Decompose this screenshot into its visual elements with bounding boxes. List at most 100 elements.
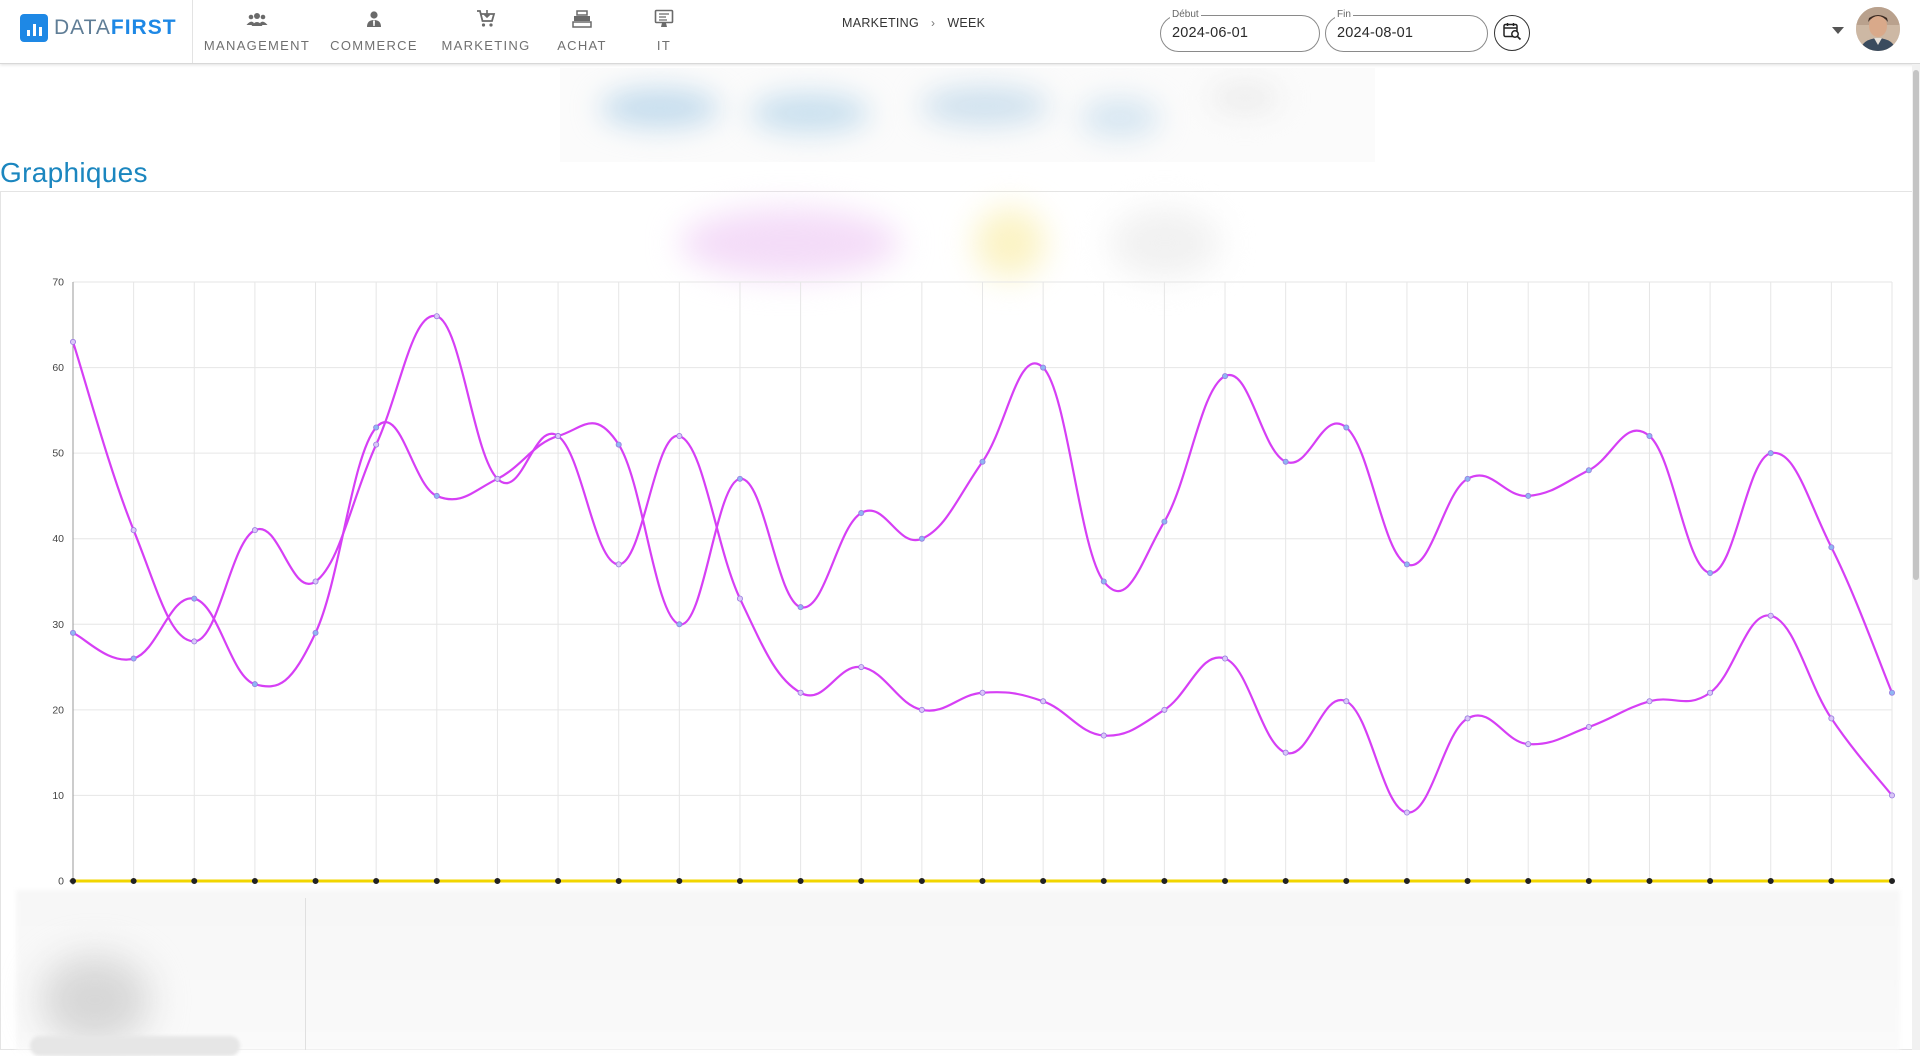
data-point: [1282, 878, 1289, 885]
data-point: [676, 878, 683, 885]
data-point: [191, 595, 198, 602]
data-point: [979, 878, 986, 885]
y-tick-label: 0: [58, 876, 64, 888]
data-point: [251, 527, 258, 534]
data-point: [1403, 878, 1410, 885]
y-tick-label: 40: [52, 533, 64, 545]
data-point: [1707, 689, 1714, 696]
data-point: [1343, 878, 1350, 885]
data-point: [1767, 878, 1774, 885]
data-point: [1707, 569, 1714, 576]
data-point: [1889, 878, 1896, 885]
data-point: [70, 338, 77, 345]
blurred-chip: [30, 1036, 240, 1056]
data-point: [918, 878, 925, 885]
data-point: [1585, 723, 1592, 730]
data-point: [615, 441, 622, 448]
data-point: [1828, 715, 1835, 722]
data-point: [1525, 741, 1532, 748]
data-point: [1161, 878, 1168, 885]
blurred-image: [40, 955, 150, 1045]
data-point: [1464, 878, 1471, 885]
data-point: [1222, 878, 1229, 885]
data-point: [1403, 561, 1410, 568]
data-point: [433, 492, 440, 499]
data-point: [373, 424, 380, 431]
data-point: [736, 595, 743, 602]
data-point: [1100, 578, 1107, 585]
data-point: [1525, 878, 1532, 885]
data-point: [373, 441, 380, 448]
data-point: [130, 527, 137, 534]
data-point: [1585, 467, 1592, 474]
data-point: [1889, 689, 1896, 696]
data-point: [858, 510, 865, 517]
data-point: [373, 878, 380, 885]
data-point: [1646, 433, 1653, 440]
scrollbar-thumb[interactable]: [1913, 70, 1919, 580]
data-point: [797, 878, 804, 885]
data-point: [1040, 878, 1047, 885]
data-point: [70, 629, 77, 636]
data-point: [312, 578, 319, 585]
data-point: [979, 689, 986, 696]
data-point: [251, 878, 258, 885]
data-point: [130, 655, 137, 662]
y-tick-label: 60: [52, 362, 64, 374]
data-point: [494, 878, 501, 885]
data-point: [70, 878, 77, 885]
data-point: [1222, 655, 1229, 662]
data-point: [676, 621, 683, 628]
data-point: [1464, 715, 1471, 722]
data-point: [1282, 458, 1289, 465]
data-point: [1282, 749, 1289, 756]
data-point: [797, 604, 804, 611]
data-point: [1161, 518, 1168, 525]
data-point: [251, 681, 258, 688]
data-point: [1828, 544, 1835, 551]
data-point: [1403, 809, 1410, 816]
data-point: [1525, 492, 1532, 499]
data-point: [615, 561, 622, 568]
chart-grid: [72, 281, 1893, 882]
y-tick-label: 10: [52, 790, 64, 802]
data-point: [1040, 698, 1047, 705]
data-point: [1585, 878, 1592, 885]
data-point: [1100, 878, 1107, 885]
data-point: [1100, 732, 1107, 739]
data-point: [433, 313, 440, 320]
data-point: [1889, 792, 1896, 799]
data-point: [1161, 706, 1168, 713]
y-tick-label: 20: [52, 704, 64, 716]
data-point: [979, 458, 986, 465]
data-point: [1040, 364, 1047, 371]
y-tick-label: 50: [52, 448, 64, 460]
data-point: [1464, 475, 1471, 482]
data-point: [918, 706, 925, 713]
data-point: [1646, 698, 1653, 705]
data-point: [433, 878, 440, 885]
data-point: [555, 433, 562, 440]
data-point: [494, 475, 501, 482]
data-point: [797, 689, 804, 696]
data-point: [1767, 612, 1774, 619]
data-point: [1767, 450, 1774, 457]
data-point: [858, 878, 865, 885]
data-point: [918, 535, 925, 542]
data-point: [1343, 698, 1350, 705]
data-point: [130, 878, 137, 885]
data-point: [676, 433, 683, 440]
y-tick-label: 70: [52, 277, 64, 289]
data-point: [1222, 373, 1229, 380]
data-point: [1343, 424, 1350, 431]
data-point: [736, 475, 743, 482]
data-point: [1646, 878, 1653, 885]
data-point: [312, 878, 319, 885]
y-tick-label: 30: [52, 619, 64, 631]
data-point: [736, 878, 743, 885]
data-point: [312, 629, 319, 636]
data-point: [858, 664, 865, 671]
data-point: [191, 878, 198, 885]
data-point: [1707, 878, 1714, 885]
data-point: [555, 878, 562, 885]
